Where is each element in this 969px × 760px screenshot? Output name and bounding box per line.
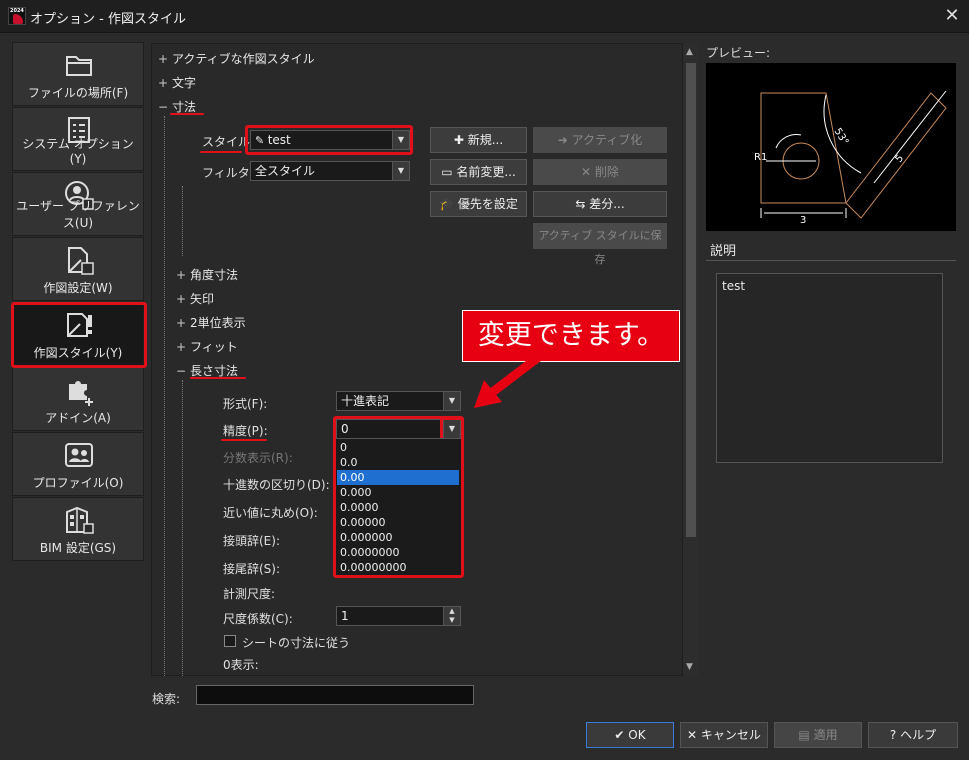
- tree-node-arrows[interactable]: + 矢印: [176, 290, 214, 307]
- scroll-thumb[interactable]: [686, 63, 696, 537]
- tree-node-angular[interactable]: + 角度寸法: [176, 266, 238, 283]
- sidebar-item-label: 作図設定(W): [43, 281, 113, 295]
- style-label-underline: [200, 151, 242, 153]
- preview-canvas: R1 53° 5 3: [706, 63, 956, 231]
- description-label: 説明: [710, 244, 737, 259]
- scroll-up-icon[interactable]: ▲: [686, 47, 693, 57]
- sidebar-item-label: ファイルの場所(F): [27, 86, 129, 100]
- app-logo-year: 2024: [10, 8, 24, 14]
- sidebar-item-file-locations[interactable]: ファイルの場所(F): [12, 42, 144, 106]
- diff-icon: ⇆: [575, 197, 590, 211]
- description-text: test: [722, 279, 746, 293]
- sidebar-item-system-options[interactable]: システム オプション (Y): [12, 107, 144, 171]
- app-logo: 2024: [8, 7, 26, 25]
- sidebar-item-drawing-settings[interactable]: 作図設定(W): [12, 237, 144, 301]
- filter-label: フィルタ:: [202, 166, 254, 180]
- decimal-separator-label: 十進数の区切り(D):: [223, 478, 330, 492]
- set-priority-button[interactable]: 🎓 優先を設定: [430, 191, 527, 217]
- chevron-down-icon[interactable]: ▼: [392, 162, 409, 180]
- description-divider: [706, 260, 956, 261]
- description-box: [716, 273, 943, 463]
- dropdown-highlight-box: [333, 416, 464, 578]
- arrow-right-icon: ➜: [557, 133, 572, 147]
- format-select[interactable]: 十進表記 ▼: [336, 391, 461, 411]
- plus-icon: ✚: [453, 133, 468, 147]
- rename-icon: ▭: [441, 165, 457, 179]
- drawing-settings-icon: [68, 247, 94, 275]
- delete-x-icon: ✕: [581, 165, 595, 179]
- search-input[interactable]: [196, 685, 474, 705]
- help-button[interactable]: ? ヘルプ: [868, 722, 958, 748]
- sidebar-item-addins[interactable]: アドイン(A): [12, 367, 144, 431]
- style-highlight-box: [245, 125, 413, 155]
- dimension-preview-drawing: R1 53° 5 3: [754, 90, 947, 226]
- svg-text:3: 3: [800, 215, 806, 226]
- precision-underline: [221, 439, 267, 441]
- precision-label: 精度(P):: [223, 424, 268, 438]
- tree-node-fit[interactable]: + フィット: [176, 338, 238, 355]
- close-icon: ✕: [687, 728, 701, 742]
- close-icon[interactable]: ✕: [940, 4, 964, 28]
- check-icon: ✔: [614, 728, 629, 742]
- svg-text:R1: R1: [754, 152, 767, 163]
- measure-scale-label: 計測尺度:: [223, 587, 276, 601]
- cancel-button[interactable]: ✕ キャンセル: [680, 722, 768, 748]
- diff-button[interactable]: ⇆ 差分...: [533, 191, 667, 217]
- sidebar-item-label: アドイン(A): [45, 411, 111, 425]
- rename-button[interactable]: ▭ 名前変更...: [430, 159, 527, 185]
- sidebar-item-user-preferences[interactable]: ユーザー プリファレンス(U): [12, 172, 144, 236]
- activate-button[interactable]: ➜ アクティブ化: [533, 127, 667, 153]
- bim-building-icon: [66, 506, 94, 534]
- sidebar-item-label: システム オプション (Y): [22, 137, 134, 166]
- preview-label: プレビュー:: [706, 46, 771, 60]
- ok-button[interactable]: ✔ OK: [586, 722, 674, 748]
- callout-arrow-icon: [474, 351, 545, 408]
- help-icon: ?: [889, 728, 901, 742]
- tree-scrollbar[interactable]: ▲ ▼: [683, 43, 699, 676]
- follow-sheet-checkbox[interactable]: [224, 635, 236, 647]
- puzzle-icon: [69, 381, 93, 406]
- zero-display-label: 0表示:: [223, 658, 259, 672]
- new-style-button[interactable]: ✚ 新規...: [430, 127, 527, 153]
- format-label: 形式(F):: [223, 397, 268, 411]
- folder-icon: [66, 56, 92, 76]
- tree-node-active-style[interactable]: + アクティブな作図スタイル: [158, 50, 315, 67]
- prefix-label: 接頭辞(E):: [223, 534, 280, 548]
- spin-down-icon[interactable]: ▼: [449, 616, 454, 624]
- suffix-label: 接尾辞(S):: [223, 562, 281, 576]
- scroll-down-icon[interactable]: ▼: [686, 662, 693, 672]
- dimension-underline: [170, 113, 204, 115]
- sidebar-highlight-box: [11, 302, 147, 368]
- sidebar-item-profiles[interactable]: プロファイル(O): [12, 432, 144, 496]
- follow-sheet-label: シートの寸法に従う: [242, 636, 351, 650]
- apply-icon: ▤: [798, 728, 814, 742]
- sidebar-item-label: BIM 設定(GS): [39, 541, 117, 555]
- round-label: 近い値に丸め(O):: [223, 506, 318, 520]
- tree-node-alt-units[interactable]: +2単位表示: [176, 314, 246, 331]
- sidebar-item-label: プロファイル(O): [32, 476, 124, 490]
- sidebar-item-label: ユーザー プリファレンス(U): [16, 199, 140, 230]
- filter-select[interactable]: 全スタイル ▼: [250, 161, 410, 181]
- fraction-label: 分数表示(R):: [223, 451, 293, 465]
- apply-button[interactable]: ▤ 適用: [774, 722, 862, 748]
- svg-text:5: 5: [894, 153, 907, 165]
- sidebar-item-bim-settings[interactable]: BIM 設定(GS): [12, 497, 144, 561]
- search-label: 検索:: [152, 692, 181, 706]
- spin-up-icon[interactable]: ▲: [449, 607, 454, 615]
- tree-node-text[interactable]: + 文字: [158, 74, 196, 91]
- save-to-active-button[interactable]: アクティブ スタイルに保存: [533, 223, 667, 266]
- scale-factor-label: 尺度係数(C):: [223, 612, 293, 626]
- scale-factor-spinner[interactable]: 1 ▲ ▼: [336, 606, 461, 626]
- delete-button[interactable]: ✕ 削除: [533, 159, 667, 185]
- chevron-down-icon[interactable]: ▼: [443, 392, 460, 410]
- profile-icon: [65, 443, 93, 467]
- graduation-cap-icon: 🎓: [439, 197, 458, 211]
- linear-underline: [190, 377, 246, 379]
- window-title: オプション - 作図スタイル: [30, 12, 186, 27]
